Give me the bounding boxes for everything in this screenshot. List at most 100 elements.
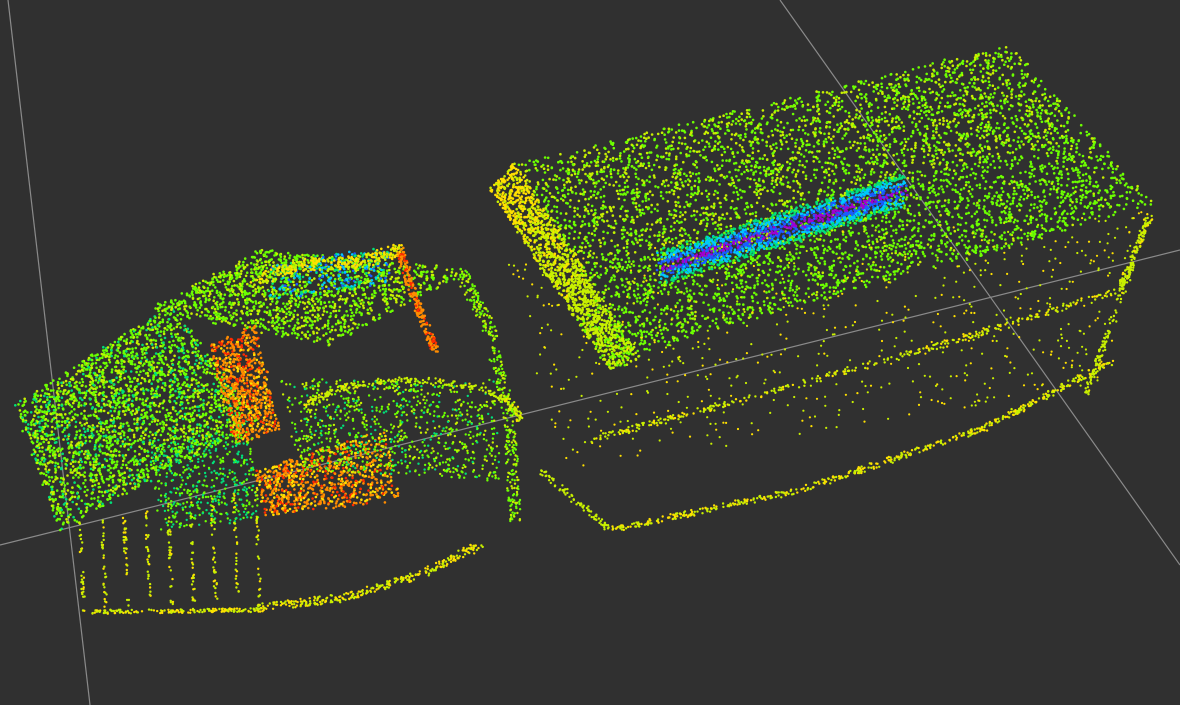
cloud-point bbox=[905, 198, 908, 201]
cloud-point bbox=[966, 204, 970, 207]
cloud-point bbox=[896, 242, 899, 246]
cloud-point bbox=[617, 295, 621, 298]
cloud-point bbox=[960, 233, 964, 237]
cloud-point bbox=[985, 155, 989, 159]
cloud-point bbox=[1050, 164, 1054, 168]
3d-viewport[interactable] bbox=[0, 0, 1180, 705]
cloud-point bbox=[999, 221, 1003, 224]
cloud-point bbox=[809, 108, 812, 112]
cloud-point bbox=[750, 204, 753, 207]
cloud-point bbox=[757, 184, 761, 188]
cloud-point bbox=[781, 164, 784, 167]
cloud-point bbox=[794, 201, 798, 204]
cloud-point bbox=[1016, 236, 1020, 240]
cloud-point bbox=[1072, 155, 1075, 159]
cloud-point bbox=[996, 152, 1000, 156]
cloud-point bbox=[724, 267, 727, 270]
cloud-point bbox=[689, 295, 692, 298]
cloud-point bbox=[870, 234, 874, 237]
cloud-point bbox=[1088, 180, 1092, 184]
cloud-point bbox=[655, 264, 658, 267]
cloud-point bbox=[1038, 136, 1042, 140]
cloud-point bbox=[779, 308, 782, 312]
cloud-point bbox=[1092, 192, 1095, 195]
cloud-point bbox=[942, 190, 945, 194]
cloud-point bbox=[734, 122, 738, 125]
cloud-point bbox=[672, 216, 675, 220]
cloud-point bbox=[719, 127, 722, 130]
cloud-point bbox=[841, 162, 845, 166]
cloud-point bbox=[1010, 159, 1014, 162]
cloud-point bbox=[1116, 165, 1119, 168]
cloud-point bbox=[714, 227, 717, 231]
cloud-point bbox=[922, 252, 925, 256]
cloud-point bbox=[821, 256, 824, 260]
cloud-point bbox=[620, 308, 624, 311]
cloud-point bbox=[843, 85, 847, 89]
cloud-point bbox=[920, 99, 924, 102]
cloud-point bbox=[1028, 175, 1032, 179]
cloud-point bbox=[670, 181, 673, 184]
cloud-point bbox=[959, 96, 963, 100]
cloud-point bbox=[828, 111, 832, 115]
cloud-point bbox=[643, 297, 647, 301]
cloud-point bbox=[1136, 184, 1139, 188]
cloud-point bbox=[821, 286, 825, 290]
cloud-point bbox=[677, 201, 680, 204]
cloud-point bbox=[630, 192, 633, 195]
cloud-point bbox=[621, 193, 625, 196]
cloud-point bbox=[940, 96, 944, 100]
cloud-point bbox=[586, 209, 590, 213]
cloud-point bbox=[1033, 167, 1036, 171]
cloud-point bbox=[985, 129, 988, 133]
cloud-point bbox=[756, 141, 759, 144]
cloud-point bbox=[1082, 159, 1085, 163]
cloud-point bbox=[660, 312, 663, 315]
cloud-point bbox=[713, 169, 717, 173]
cloud-point bbox=[927, 78, 930, 81]
cloud-point bbox=[802, 270, 805, 273]
cloud-point bbox=[897, 158, 900, 162]
cloud-point bbox=[643, 276, 646, 280]
cloud-point bbox=[650, 203, 653, 207]
cloud-point bbox=[788, 186, 792, 189]
cloud-point bbox=[833, 153, 837, 156]
cloud-point bbox=[762, 165, 766, 169]
cloud-point bbox=[1079, 198, 1083, 202]
cloud-point bbox=[807, 191, 811, 194]
cloud-point bbox=[874, 86, 877, 89]
cloud-point bbox=[642, 293, 645, 296]
cloud-point bbox=[637, 293, 640, 296]
cloud-point bbox=[642, 212, 646, 215]
cloud-point bbox=[927, 146, 931, 149]
cloud-point bbox=[992, 69, 995, 72]
cloud-point bbox=[1032, 134, 1035, 138]
cloud-point bbox=[942, 116, 945, 120]
cloud-point bbox=[943, 204, 946, 207]
cloud-point bbox=[974, 172, 978, 176]
cloud-point bbox=[816, 259, 820, 263]
cloud-point bbox=[1004, 238, 1007, 241]
cloud-point bbox=[1028, 130, 1032, 133]
cloud-point bbox=[643, 287, 646, 291]
cloud-point bbox=[646, 296, 649, 300]
cloud-point bbox=[803, 301, 807, 304]
cloud-point bbox=[952, 249, 956, 252]
cloud-point bbox=[980, 147, 984, 150]
cloud-point bbox=[1077, 174, 1080, 177]
cloud-point bbox=[931, 184, 935, 187]
cloud-point bbox=[705, 284, 708, 288]
cloud-point bbox=[1006, 192, 1010, 196]
cloud-point bbox=[739, 265, 742, 269]
cloud-point bbox=[1043, 92, 1047, 96]
cloud-point bbox=[912, 102, 915, 105]
cloud-point bbox=[1004, 141, 1008, 144]
cloud-point bbox=[663, 133, 666, 136]
cloud-point bbox=[966, 251, 970, 255]
cloud-point bbox=[573, 209, 576, 213]
cloud-point bbox=[827, 136, 831, 139]
cloud-point bbox=[742, 290, 746, 294]
cloud-point bbox=[794, 272, 797, 276]
cloud-point bbox=[741, 148, 744, 152]
cloud-point bbox=[884, 227, 888, 231]
